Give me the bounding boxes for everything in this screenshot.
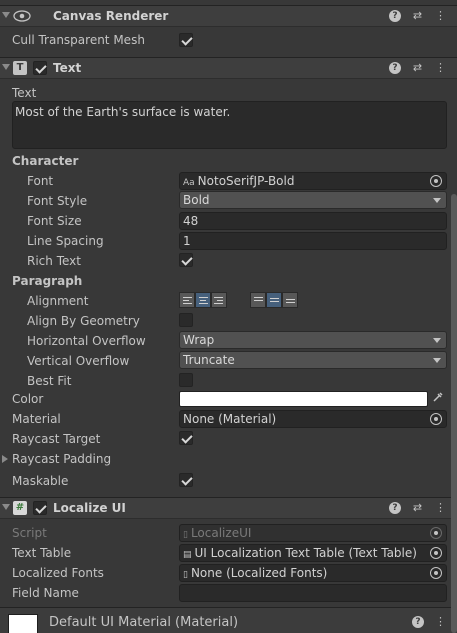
localize-ui-header[interactable]: # Localize UI ? ⇄ ⋮ (0, 497, 457, 519)
align-middle-icon[interactable] (266, 292, 282, 308)
material-footer-title: Default UI Material (Material) (49, 615, 239, 630)
font-object-field[interactable]: Aa NotoSerifJP-Bold (179, 172, 447, 190)
align-left-icon[interactable] (179, 292, 195, 308)
field-name-label: Field Name (12, 586, 79, 600)
raycast-target-checkbox[interactable] (179, 431, 193, 445)
fold-arrow-icon[interactable] (2, 504, 10, 510)
font-style-dropdown[interactable]: Bold (179, 191, 447, 209)
localize-enabled-checkbox[interactable] (33, 501, 47, 515)
rich-text-label: Rich Text (27, 254, 81, 268)
raycast-padding-label[interactable]: Raycast Padding (12, 452, 111, 466)
alignment-label: Alignment (27, 294, 89, 308)
preset-icon[interactable]: ⇄ (411, 61, 424, 75)
more-menu-icon[interactable]: ⋮ (434, 615, 447, 629)
localized-fonts-object-field[interactable]: ▯ None (Localized Fonts) (179, 564, 447, 582)
text-input-area[interactable]: Most of the Earth's surface is water. (12, 101, 447, 149)
localized-fonts-value: None (Localized Fonts) (190, 566, 328, 580)
material-object-field[interactable]: None (Material) (179, 410, 447, 428)
raycast-target-label: Raycast Target (12, 432, 101, 446)
table-asset-icon: ▤ (183, 550, 192, 560)
script-icon: # (13, 501, 27, 515)
help-icon[interactable]: ? (412, 616, 424, 628)
vertical-overflow-label: Vertical Overflow (27, 354, 130, 368)
fold-arrow-icon[interactable] (2, 12, 10, 18)
best-fit-checkbox[interactable] (179, 373, 193, 387)
align-by-geometry-checkbox[interactable] (179, 313, 193, 327)
field-name-input[interactable] (179, 584, 447, 602)
font-value: NotoSerifJP-Bold (197, 174, 295, 188)
script-label: Script (12, 526, 47, 540)
material-label: Material (12, 412, 61, 426)
align-right-icon[interactable] (211, 292, 227, 308)
text-table-label: Text Table (12, 546, 72, 560)
horizontal-overflow-dropdown[interactable]: Wrap (179, 331, 447, 349)
maskable-label: Maskable (12, 474, 69, 488)
expand-arrow-icon[interactable] (2, 455, 8, 463)
align-top-icon[interactable] (250, 292, 266, 308)
preset-icon[interactable]: ⇄ (411, 9, 424, 23)
align-bottom-icon[interactable] (282, 292, 298, 308)
object-picker-icon[interactable] (430, 547, 442, 559)
object-picker-icon (430, 527, 442, 539)
scrollbar[interactable] (451, 194, 457, 633)
text-enabled-checkbox[interactable] (33, 61, 47, 75)
component-title: Canvas Renderer (53, 9, 169, 23)
object-picker-icon[interactable] (430, 175, 442, 187)
line-spacing-label: Line Spacing (27, 234, 104, 248)
character-section-title: Character (12, 154, 79, 168)
vertical-overflow-dropdown[interactable]: Truncate (179, 351, 447, 369)
maskable-checkbox[interactable] (179, 473, 193, 487)
more-menu-icon[interactable]: ⋮ (434, 61, 447, 75)
script-object-field: ▯ LocalizeUI (179, 524, 447, 542)
best-fit-label: Best Fit (27, 374, 72, 388)
color-label: Color (12, 392, 44, 406)
component-title: Localize UI (53, 501, 126, 515)
canvas-renderer-header[interactable]: Canvas Renderer ? ⇄ ⋮ (0, 5, 457, 27)
script-value: LocalizeUI (190, 526, 252, 540)
material-value: None (Material) (183, 412, 277, 426)
text-table-value: UI Localization Text Table (Text Table) (194, 546, 417, 560)
align-by-geometry-label: Align By Geometry (27, 314, 140, 328)
cull-transparent-label: Cull Transparent Mesh (12, 33, 145, 47)
text-component-header[interactable]: T Text ? ⇄ ⋮ (0, 57, 457, 79)
text-table-object-field[interactable]: ▤ UI Localization Text Table (Text Table) (179, 544, 447, 562)
fold-arrow-icon[interactable] (2, 64, 10, 70)
document-icon: ▯ (183, 570, 188, 580)
color-swatch[interactable] (179, 391, 428, 407)
more-menu-icon[interactable]: ⋮ (434, 9, 447, 23)
font-label: Font (27, 174, 54, 188)
eye-icon[interactable] (13, 9, 31, 23)
align-center-icon[interactable] (195, 292, 211, 308)
line-spacing-input[interactable]: 1 (179, 232, 447, 250)
eyedropper-icon[interactable] (430, 391, 446, 407)
preset-icon[interactable]: ⇄ (411, 501, 424, 515)
font-size-label: Font Size (27, 214, 82, 228)
horizontal-overflow-label: Horizontal Overflow (27, 334, 146, 348)
material-preview-thumbnail (8, 614, 38, 633)
more-menu-icon[interactable]: ⋮ (434, 501, 447, 515)
paragraph-section-title: Paragraph (12, 274, 83, 288)
font-asset-icon: Aa (183, 178, 195, 188)
text-component-icon: T (13, 61, 27, 75)
font-size-input[interactable]: 48 (179, 212, 447, 230)
material-footer[interactable]: Default UI Material (Material) ? ⋮ (0, 608, 457, 633)
font-style-label: Font Style (27, 194, 88, 208)
object-picker-icon[interactable] (430, 567, 442, 579)
help-icon[interactable]: ? (389, 10, 401, 22)
component-title: Text (53, 61, 82, 75)
help-icon[interactable]: ? (389, 62, 401, 74)
rich-text-checkbox[interactable] (179, 253, 193, 267)
vertical-alignment-group (250, 292, 298, 308)
text-label: Text (12, 86, 37, 100)
script-file-icon: ▯ (183, 530, 188, 540)
help-icon[interactable]: ? (389, 502, 401, 514)
localized-fonts-label: Localized Fonts (12, 566, 104, 580)
cull-transparent-checkbox[interactable] (179, 33, 193, 47)
object-picker-icon[interactable] (430, 413, 442, 425)
horizontal-alignment-group (179, 292, 227, 308)
